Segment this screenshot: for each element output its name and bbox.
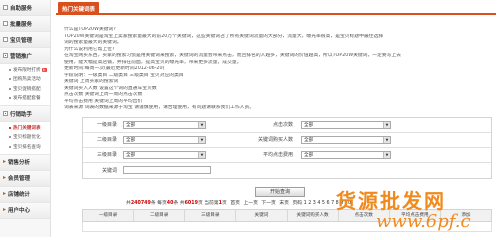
triangle-right-icon: ▸	[3, 174, 7, 181]
chevron-down-icon: ▼	[198, 136, 205, 143]
sidebar-subitem-hot-keywords[interactable]: 热门关键词表	[0, 123, 50, 133]
sidebar-item-label: 自助服务	[10, 5, 33, 12]
filter-form: 一级目录 全部 ▼ 点击次数 全部 ▼ 二级目录 全部 ▼ 关键词购买人数 全部…	[82, 116, 492, 179]
chevron-down-icon: ▼	[198, 151, 205, 158]
expand-icon	[3, 21, 8, 26]
filter-row: 二级目录 全部 ▼ 关键词购买人数 全部 ▼	[83, 133, 491, 148]
tab-hot-keywords[interactable]: 热门关键词表	[58, 2, 100, 15]
sidebar-subitem-package[interactable]: 发布搭配套餐	[0, 94, 50, 104]
sidebar: 自助服务 批量服务 宝贝管理 营销推广 发布限时打折 新 团购热卖活动 宝贝促销…	[0, 0, 51, 237]
bullet-icon	[9, 68, 11, 71]
category3-select[interactable]: 全部 ▼	[123, 150, 206, 159]
page-count: 6019	[184, 200, 198, 206]
sidebar-subitem-group-buy[interactable]: 团购热卖活动	[0, 75, 50, 85]
prev-page-link[interactable]: 上一页	[243, 201, 257, 206]
column-header[interactable]: 关键词	[236, 209, 288, 221]
triangle-right-icon: ▸	[3, 158, 7, 165]
last-page-link[interactable]: 末页	[279, 201, 289, 206]
chevron-down-icon: ▼	[383, 151, 390, 158]
filter-row: 一级目录 全部 ▼ 点击次数 全部 ▼	[83, 118, 491, 133]
sidebar-item-label: 营销推广	[10, 53, 33, 60]
column-header[interactable]: 三级目录	[185, 209, 237, 221]
filter-label: 三级目录	[96, 152, 117, 158]
collapse-icon	[3, 53, 8, 58]
watermark-brand: 货源批发网	[336, 189, 446, 213]
keyword-input[interactable]	[123, 166, 211, 174]
collapse-icon	[3, 111, 8, 116]
sidebar-subitem-title-optimize[interactable]: 宝贝标题优化	[0, 133, 50, 143]
filter-label: 二级目录	[96, 137, 117, 143]
sidebar-submenu-marketing: 发布限时打折 新 团购热卖活动 宝贝促销搭配 发布搭配套餐	[0, 64, 50, 106]
triangle-right-icon: ▸	[3, 190, 7, 197]
sidebar-subitem-rank-query[interactable]: 宝贝排名查询	[0, 142, 50, 152]
clicks-select[interactable]: 全部 ▼	[301, 120, 391, 129]
category1-select[interactable]: 全部 ▼	[123, 120, 206, 129]
sidebar-submenu-tools: 热门关键词表 宝贝标题优化 宝贝排名查询	[0, 122, 50, 155]
sidebar-item-sales-analysis[interactable]: ▸ 销售分析	[0, 154, 50, 171]
bullet-icon	[9, 78, 11, 81]
chevron-down-icon: ▼	[383, 121, 390, 128]
next-page-link[interactable]: 下一页	[261, 201, 275, 206]
sidebar-item-batch-service[interactable]: 批量服务	[0, 16, 50, 32]
chevron-down-icon: ▼	[198, 121, 205, 128]
triangle-right-icon: ▸	[3, 206, 7, 213]
filter-label: 关键词	[101, 167, 117, 174]
bullet-icon	[9, 145, 11, 148]
sidebar-item-label: 行销助手	[10, 111, 33, 118]
tab-bar: 热门关键词表	[56, 2, 496, 15]
search-button[interactable]: 开始查询	[255, 186, 305, 197]
sidebar-item-sales-tools[interactable]: 行销助手	[0, 106, 50, 122]
bullet-icon	[9, 136, 11, 139]
filter-label: 平均点击费用	[262, 152, 293, 158]
filter-row: 三级目录 全部 ▼ 平均点击费用 全部 ▼	[83, 148, 491, 163]
sidebar-item-shop-stats[interactable]: ▸ 店铺统计	[0, 186, 50, 203]
sidebar-item-marketing[interactable]: 营销推广	[0, 48, 50, 64]
sidebar-item-user-center[interactable]: ▸ 用户中心	[0, 202, 50, 219]
filter-label: 关键词购买人数	[257, 137, 293, 143]
bullet-icon	[9, 97, 11, 100]
bullet-icon	[9, 126, 11, 129]
expand-icon	[3, 37, 8, 42]
column-header[interactable]: 二级目录	[134, 209, 186, 221]
sidebar-item-self-service[interactable]: 自助服务	[0, 0, 50, 16]
first-page-link[interactable]: 首页	[230, 201, 240, 206]
buyers-select[interactable]: 全部 ▼	[301, 135, 391, 144]
watermark-url: www.6pf.c	[376, 211, 471, 232]
new-badge: 新	[41, 67, 47, 72]
sidebar-item-item-management[interactable]: 宝贝管理	[0, 32, 50, 48]
sidebar-item-label: 批量服务	[10, 21, 33, 28]
intro-text: 什么是TOP20W关键词? TOP20W关键词是淘宝上卖家搜索量最大的前20万个…	[64, 27, 402, 110]
watermark: 货源批发网 www.6pf.c	[314, 185, 494, 233]
sidebar-item-members[interactable]: ▸ 会员管理	[0, 170, 50, 187]
category2-select[interactable]: 全部 ▼	[123, 135, 206, 144]
filter-label: 一级目录	[96, 122, 117, 128]
sidebar-subitem-promo-combo[interactable]: 宝贝促销搭配	[0, 84, 50, 94]
chevron-down-icon: ▼	[383, 136, 390, 143]
avg-cost-select[interactable]: 全部 ▼	[301, 150, 391, 159]
sidebar-item-label: 宝贝管理	[10, 37, 33, 44]
filter-label: 点击次数	[272, 122, 293, 128]
filter-row: 关键词	[83, 163, 491, 178]
sidebar-subitem-discount[interactable]: 发布限时打折 新	[0, 65, 50, 75]
bullet-icon	[9, 87, 11, 90]
total-count: 240749	[130, 200, 151, 206]
column-header[interactable]: 一级目录	[83, 209, 135, 221]
expand-icon	[3, 5, 8, 10]
